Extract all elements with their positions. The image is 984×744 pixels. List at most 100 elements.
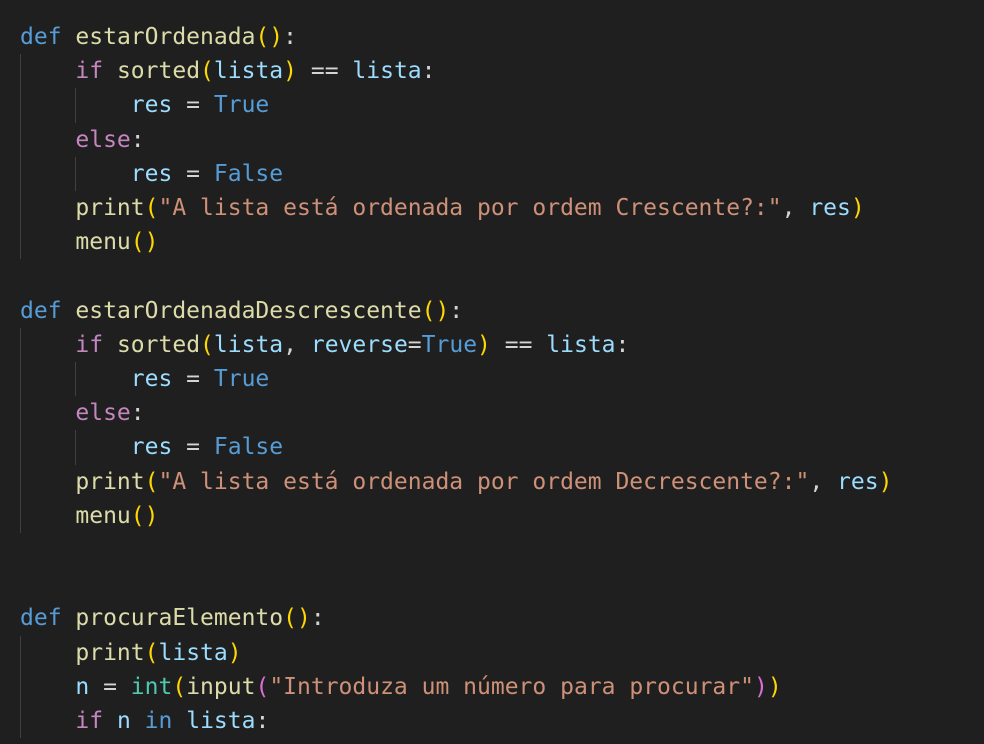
code-token: estarOrdenadaDescrescente [75, 297, 422, 324]
code-token: int [130, 673, 173, 700]
code-token: lista [186, 708, 256, 734]
code-token: res [130, 366, 173, 392]
code-token: True [213, 366, 270, 392]
code-token: () [421, 297, 450, 324]
code-line: if sorted(lista) == lista: [20, 54, 435, 88]
code-token: , [283, 331, 311, 358]
code-line: menu() [20, 499, 158, 533]
code-token: : [130, 400, 145, 427]
code-token: sorted [116, 331, 201, 358]
code-token: ( [144, 195, 159, 221]
code-token: def [20, 297, 62, 324]
code-line: print(lista) [20, 636, 242, 670]
code-token: = [172, 434, 214, 461]
code-token: res [130, 92, 173, 119]
code-token: ) [283, 58, 298, 85]
code-token: "Introduza um número para procurar" [269, 673, 754, 700]
code-token: False [213, 434, 284, 461]
code-token: estarOrdenada [75, 24, 256, 50]
code-token: def [20, 605, 62, 632]
code-token: ( [200, 58, 214, 85]
code-line: n = int(input("Introduza um número para … [20, 670, 782, 704]
code-token: ( [255, 673, 270, 700]
code-token: print [75, 468, 145, 495]
code-token: sorted [116, 58, 201, 85]
code-token: ( [144, 468, 159, 495]
code-token: lista [352, 58, 422, 85]
code-token: : [283, 24, 297, 50]
code-token: = [172, 366, 214, 392]
code-token: ) [878, 468, 893, 495]
code-token: ( [200, 331, 214, 358]
code-token: "A lista está ordenada por ordem Crescen… [158, 195, 782, 221]
code-line: if sorted(lista, reverse=True) == lista: [20, 328, 629, 362]
code-token: lista [546, 331, 616, 358]
code-token: True [421, 331, 478, 358]
code-token: print [75, 639, 145, 666]
code-token: ) [767, 673, 782, 700]
code-token: () [283, 605, 311, 632]
code-editor[interactable]: def estarOrdenada(): if sorted(lista) ==… [0, 0, 984, 744]
code-token: == [490, 331, 547, 358]
code-token: () [130, 229, 159, 256]
code-token: n [116, 708, 131, 734]
code-token: ( [144, 639, 159, 666]
code-token: n [75, 673, 90, 700]
code-token: def [20, 24, 62, 50]
code-token: = [172, 160, 214, 187]
code-token: ) [227, 639, 242, 666]
code-token: , [809, 468, 838, 495]
code-token: == [297, 58, 353, 85]
code-token: : [310, 605, 325, 632]
code-token: , [781, 195, 810, 221]
code-token: res [130, 434, 173, 461]
code-token: in [144, 708, 173, 734]
code-line: def estarOrdenadaDescrescente(): [20, 294, 463, 328]
code-token: if [75, 708, 104, 734]
code-token: ( [172, 673, 187, 700]
code-line: print("A lista está ordenada por ordem C… [20, 191, 865, 225]
code-token: False [213, 160, 284, 187]
code-token: menu [75, 229, 131, 256]
code-token: if [75, 331, 104, 358]
code-token: else [75, 400, 131, 427]
code-token: () [130, 502, 159, 529]
code-line: def procuraElemento(): [20, 601, 325, 635]
code-token: ) [850, 195, 865, 221]
code-token: menu [75, 502, 131, 529]
code-token: lista [158, 639, 228, 666]
code-token: lista [213, 331, 284, 358]
code-token: : [255, 708, 270, 734]
code-token: reverse [310, 331, 408, 358]
code-line: else: [20, 396, 145, 430]
code-line: res = False [20, 157, 283, 191]
code-token: if [75, 58, 104, 85]
code-token: print [75, 195, 145, 221]
code-token: procuraElemento [75, 605, 284, 632]
code-line: res = True [20, 362, 269, 396]
code-line: res = True [20, 88, 269, 122]
code-token: : [615, 331, 630, 358]
code-token: res [130, 160, 173, 187]
code-token: lista [213, 58, 284, 85]
code-line: menu() [20, 225, 158, 259]
